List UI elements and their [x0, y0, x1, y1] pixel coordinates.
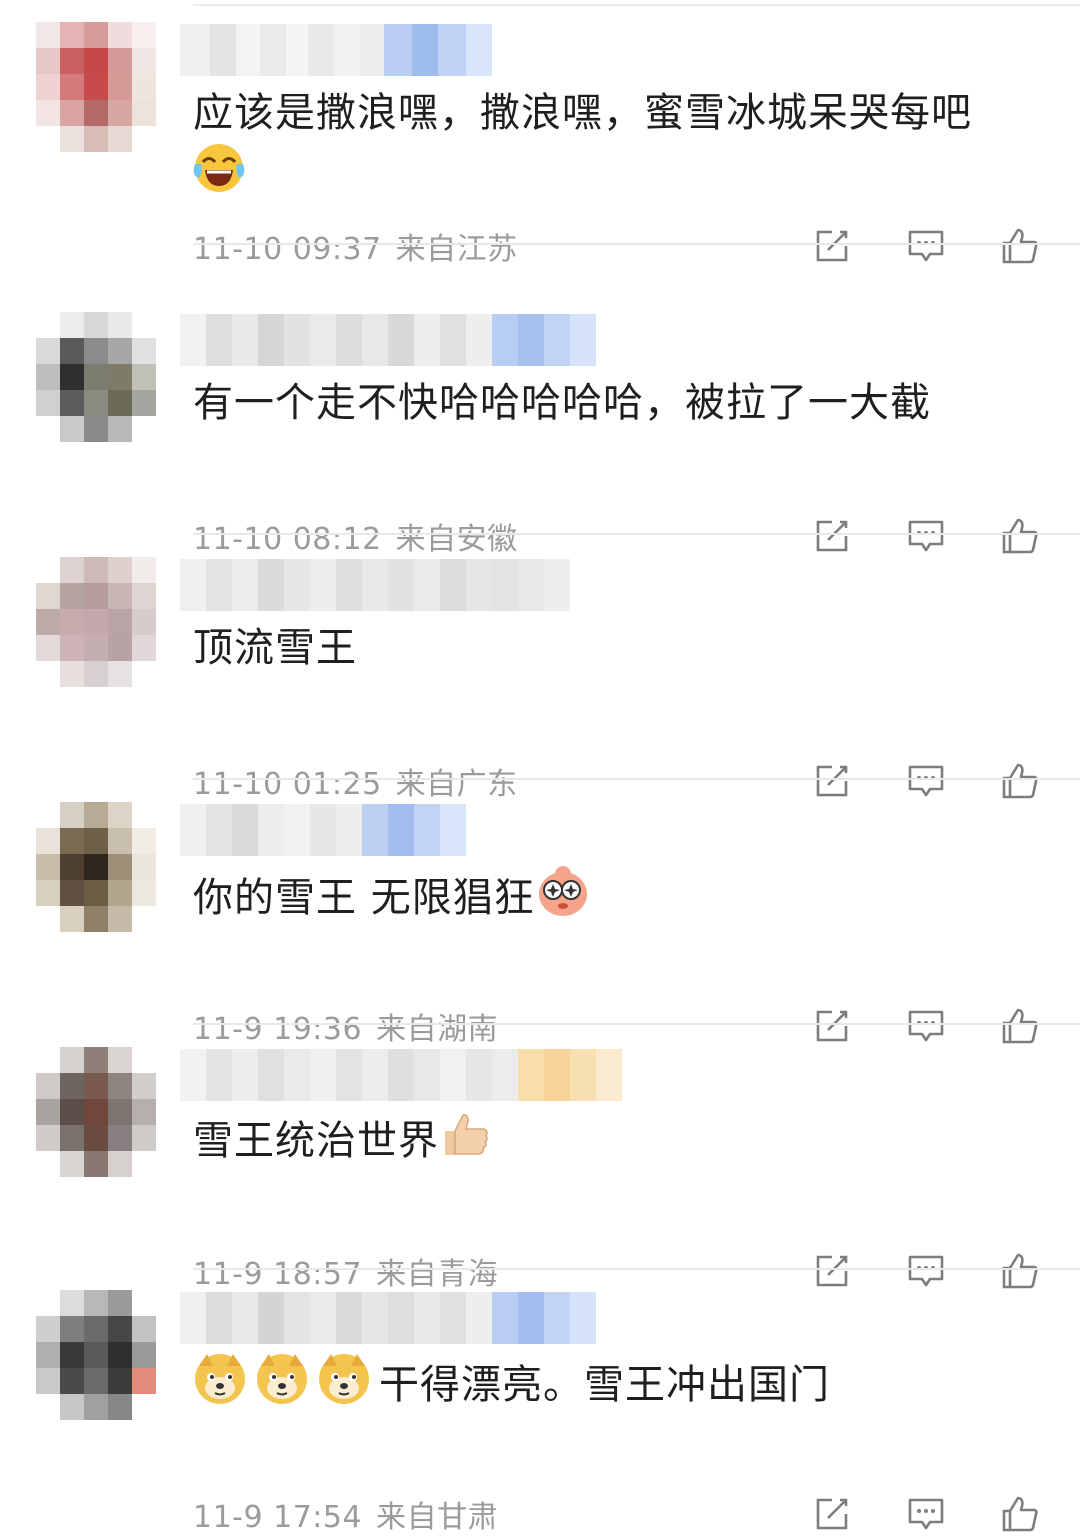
comment-text: 应该是撒浪嘿，撒浪嘿，蜜雪冰城呆哭每吧 — [193, 84, 1043, 210]
comment-text-content: 顶流雪王 — [193, 625, 357, 671]
like-icon[interactable] — [1000, 1494, 1040, 1534]
divider — [193, 243, 1080, 245]
username-blurred[interactable] — [180, 1049, 622, 1101]
username-blurred[interactable] — [180, 804, 466, 856]
avatar[interactable] — [36, 1047, 156, 1177]
comment-actions — [812, 1494, 1040, 1534]
comment-text-content: 干得漂亮。雪王冲出国门 — [379, 1362, 830, 1408]
comment-item: 你的雪王 无限猖狂 11-9 19:36 来自湖南 — [0, 780, 1080, 1047]
comment-text: 有一个走不快哈哈哈哈哈，被拉了一大截 — [193, 374, 1043, 432]
share-icon[interactable] — [812, 1494, 852, 1534]
username-blurred[interactable] — [180, 314, 596, 366]
comment-text: 顶流雪王 — [193, 619, 1043, 677]
avatar[interactable] — [36, 802, 156, 932]
doge-emoji — [193, 1352, 247, 1422]
username-blurred[interactable] — [180, 1292, 596, 1344]
avatar[interactable] — [36, 557, 156, 687]
timestamp: 11-10 09:37 — [193, 232, 382, 267]
avatar[interactable] — [36, 312, 156, 442]
comment-item: 干得漂亮。雪王冲出国门 11-9 17:54 来自甘肃 — [0, 1268, 1080, 1535]
avatar[interactable] — [36, 22, 156, 152]
comment-item: 有一个走不快哈哈哈哈哈，被拉了一大截 11-10 08:12 来自安徽 — [0, 290, 1080, 557]
comment-actions — [812, 226, 1040, 266]
thumbs-up-emoji — [439, 1109, 491, 1177]
comment-text: 干得漂亮。雪王冲出国门 — [193, 1352, 1043, 1422]
comment-text-content: 有一个走不快哈哈哈哈哈，被拉了一大截 — [193, 380, 931, 426]
comment-item: 雪王统治世界 11-9 18:57 来自青海 — [0, 1025, 1080, 1292]
comment-text: 雪王统治世界 — [193, 1109, 1043, 1177]
comment-text-content: 你的雪王 无限猖狂 — [193, 875, 535, 921]
comment-meta: 11-10 09:37 来自江苏 — [193, 224, 518, 268]
avatar[interactable] — [36, 1290, 156, 1420]
starry-eyes-emoji — [535, 864, 591, 936]
location: 来自江苏 — [395, 232, 518, 267]
comment-item: 应该是撒浪嘿，撒浪嘿，蜜雪冰城呆哭每吧 11-10 09:37 来自江苏 — [0, 0, 1080, 267]
comment-item: 顶流雪王 11-10 01:25 来自广东 — [0, 535, 1080, 802]
username-blurred[interactable] — [180, 559, 570, 611]
doge-emoji — [317, 1352, 371, 1422]
comment-icon[interactable] — [906, 226, 946, 266]
like-icon[interactable] — [1000, 226, 1040, 266]
comment-icon[interactable] — [906, 1494, 946, 1534]
laugh-cry-emoji — [193, 142, 245, 210]
comment-text-content: 应该是撒浪嘿，撒浪嘿，蜜雪冰城呆哭每吧 — [193, 90, 972, 136]
comment-text: 你的雪王 无限猖狂 — [193, 864, 1043, 936]
timestamp: 11-9 17:54 — [193, 1500, 363, 1535]
location: 来自甘肃 — [376, 1500, 499, 1535]
comment-text-content: 雪王统治世界 — [193, 1118, 439, 1164]
comment-meta: 11-9 17:54 来自甘肃 — [193, 1492, 498, 1536]
username-blurred[interactable] — [180, 24, 492, 76]
doge-emoji — [255, 1352, 309, 1422]
share-icon[interactable] — [812, 226, 852, 266]
